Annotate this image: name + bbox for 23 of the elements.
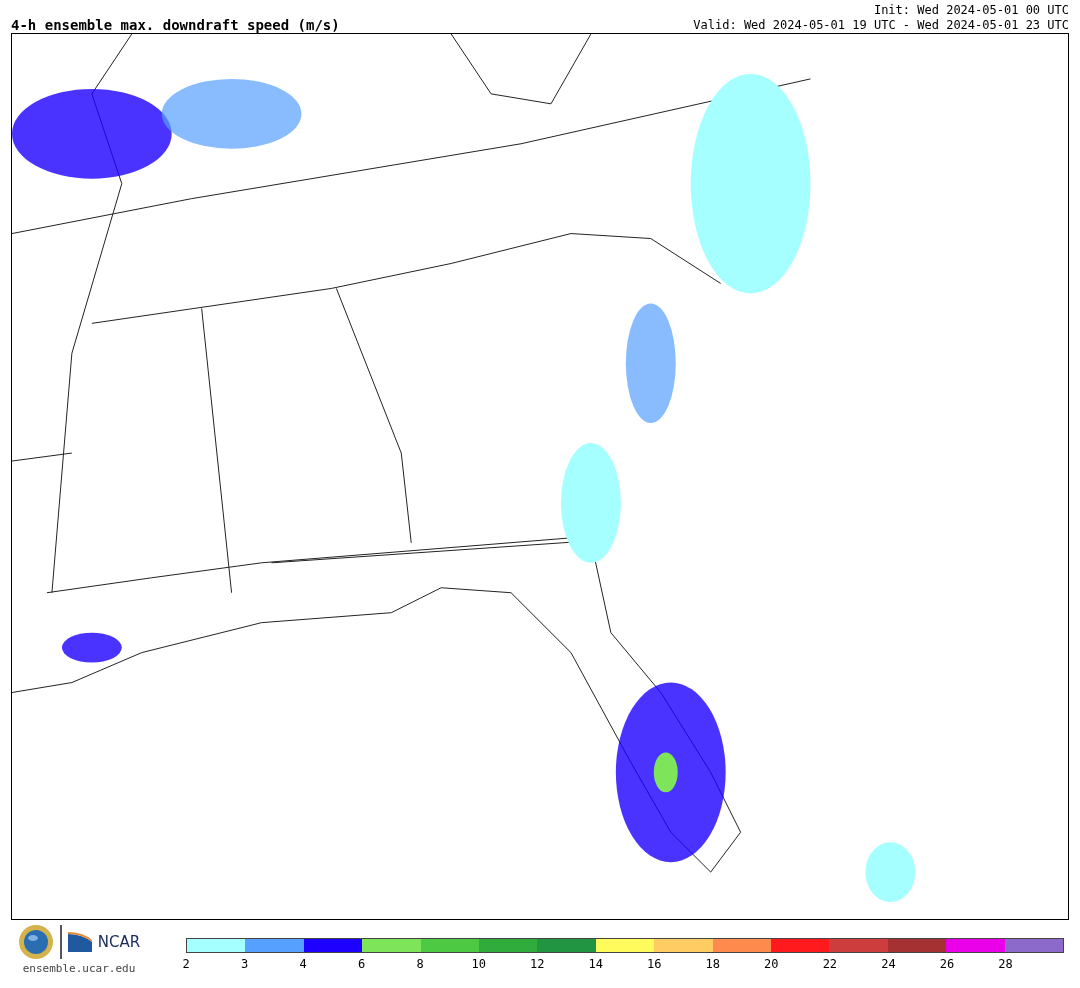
tick-label: 24 bbox=[881, 957, 896, 971]
tick-label: 18 bbox=[705, 957, 720, 971]
valid-time: Valid: Wed 2024-05-01 19 UTC - Wed 2024-05-01 23 UTC bbox=[693, 18, 1069, 33]
tick-label: 20 bbox=[764, 957, 779, 971]
tick-label: 10 bbox=[471, 957, 486, 971]
divider-line-icon bbox=[59, 925, 62, 959]
tick-label: 28 bbox=[998, 957, 1013, 971]
tick-label: 16 bbox=[647, 957, 662, 971]
tick-label: 22 bbox=[822, 957, 838, 971]
tick-label: 14 bbox=[588, 957, 603, 971]
chart-title: 4-h ensemble max. downdraft speed (m/s) bbox=[11, 17, 340, 33]
org-name: NCAR bbox=[97, 933, 141, 951]
tick-label: 12 bbox=[529, 957, 545, 971]
site-url: ensemble.ucar.edu bbox=[22, 962, 136, 975]
init-time: Init: Wed 2024-05-01 00 UTC bbox=[873, 3, 1069, 18]
swoosh-logo-icon bbox=[67, 932, 92, 952]
tick-label: 4 bbox=[299, 957, 307, 971]
seal-logo-icon bbox=[17, 924, 54, 960]
tick-label: 3 bbox=[240, 957, 249, 971]
tick-label: 8 bbox=[416, 957, 424, 971]
tick-label: 6 bbox=[358, 957, 366, 971]
tick-label: 2 bbox=[182, 957, 190, 971]
tick-label: 26 bbox=[939, 957, 955, 971]
